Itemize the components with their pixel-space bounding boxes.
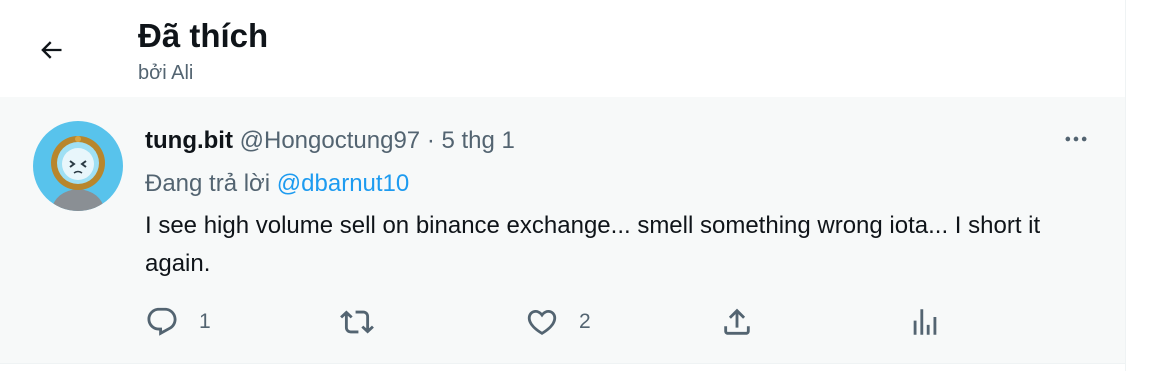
analytics-icon — [913, 309, 937, 335]
more-horizontal-icon — [1065, 136, 1087, 142]
page-subtitle: bởi Ali — [138, 62, 194, 84]
share-button[interactable] — [720, 302, 754, 342]
more-button[interactable] — [1056, 124, 1096, 154]
replying-to-mention[interactable]: @dbarnut10 — [277, 170, 409, 197]
retweet-button[interactable] — [340, 302, 394, 342]
arrow-left-icon — [41, 41, 62, 59]
separator-dot: · — [426, 127, 435, 154]
tweet-timestamp[interactable]: 5 thg 1 — [441, 127, 514, 154]
user-handle[interactable]: @Hongoctung97 — [240, 127, 421, 154]
heart-icon — [527, 309, 557, 335]
page: Đã thích bởi Ali tung.bit @Hongoctung97 … — [0, 0, 1165, 371]
like-button[interactable]: 2 — [525, 302, 591, 342]
display-name[interactable]: tung.bit — [145, 127, 233, 154]
reply-count: 1 — [199, 310, 211, 333]
back-button[interactable] — [30, 30, 72, 70]
header: Đã thích bởi Ali — [0, 0, 1125, 97]
column-divider — [1125, 0, 1126, 371]
page-title: Đã thích — [138, 17, 269, 54]
tweet-actions: 1 2 — [145, 302, 945, 342]
tweet[interactable]: tung.bit @Hongoctung97 · 5 thg 1 Đang tr… — [0, 97, 1125, 364]
avatar[interactable] — [33, 121, 123, 211]
analytics-button[interactable] — [908, 302, 942, 342]
reply-icon — [147, 307, 177, 336]
tweet-header: tung.bit @Hongoctung97 · 5 thg 1 — [145, 126, 515, 156]
replying-to: Đang trả lời @dbarnut10 — [145, 169, 409, 199]
avatar-image — [33, 121, 123, 211]
share-icon — [724, 308, 750, 335]
retweet-icon — [340, 310, 374, 334]
reply-button[interactable]: 1 — [145, 302, 211, 342]
like-count: 2 — [579, 310, 591, 333]
replying-to-label: Đang trả lời — [145, 170, 271, 197]
tweet-text: I see high volume sell on binance exchan… — [145, 212, 1041, 277]
